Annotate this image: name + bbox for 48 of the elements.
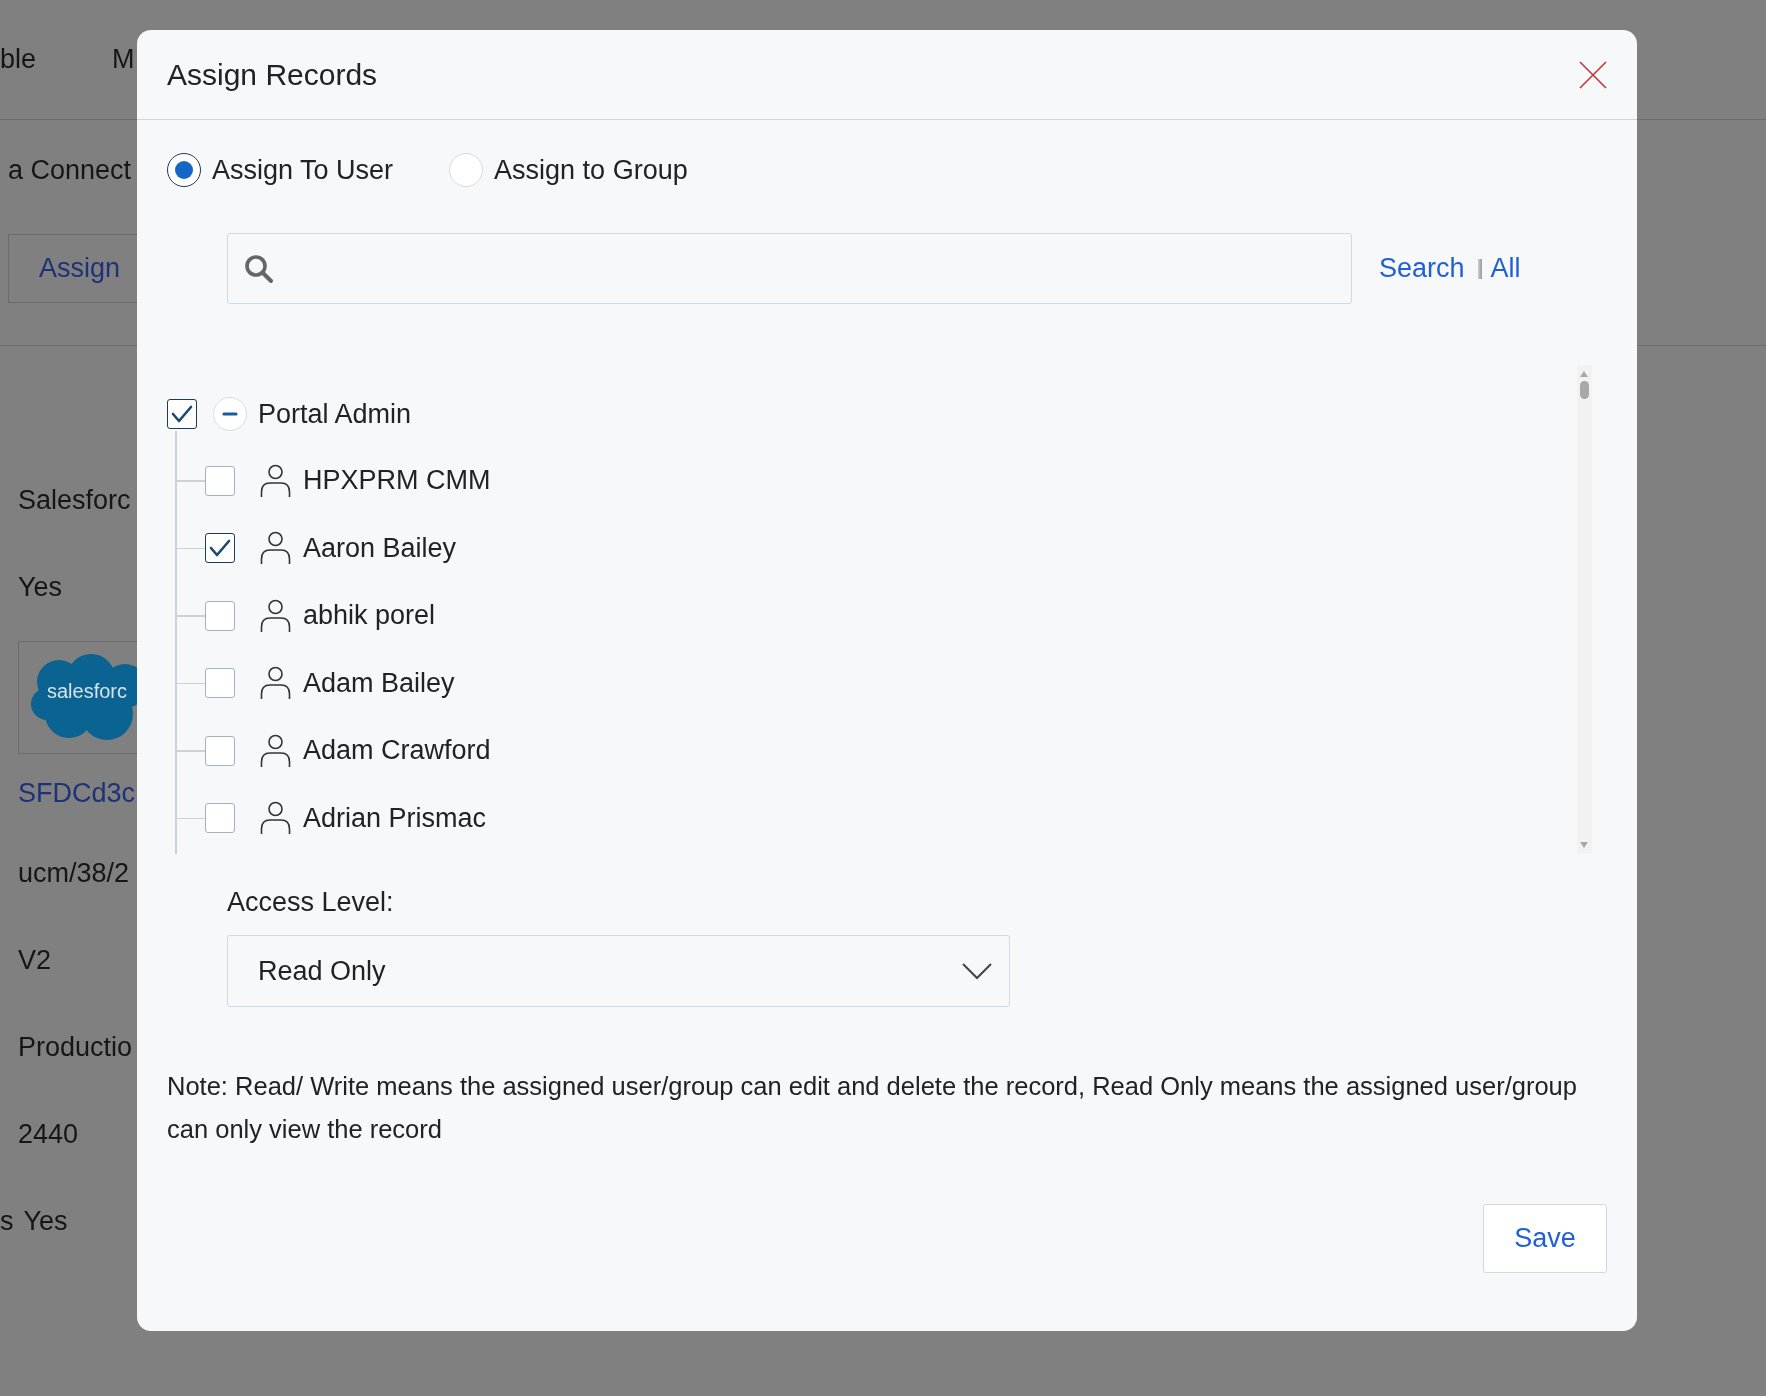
radio-label[interactable]: Assign To User xyxy=(212,154,394,186)
field-value: ucm/38/2 xyxy=(18,860,130,887)
user-icon xyxy=(260,801,291,836)
user-icon xyxy=(260,733,291,768)
field-value: Yes xyxy=(18,574,63,601)
checkbox[interactable] xyxy=(205,600,235,631)
user-label[interactable]: Adam Crawford xyxy=(303,735,491,767)
logo-text: salesforc xyxy=(47,680,128,703)
user-icon xyxy=(260,463,291,498)
user-label[interactable]: Aaron Bailey xyxy=(303,532,457,564)
field-value: 2440 xyxy=(18,1121,79,1148)
access-level-dropdown[interactable]: Read Only xyxy=(227,935,1010,1007)
page-subtitle: a Connect xyxy=(8,154,132,185)
chevron-down-icon xyxy=(962,962,992,980)
radio-button[interactable] xyxy=(167,153,201,187)
field-value: Salesforc xyxy=(18,487,131,514)
user-icon xyxy=(260,531,291,566)
save-button[interactable]: Save xyxy=(1483,1204,1607,1273)
checkbox[interactable] xyxy=(205,735,235,766)
search-field[interactable] xyxy=(227,233,1352,304)
radio-label[interactable]: Assign to Group xyxy=(494,154,688,186)
close-icon[interactable] xyxy=(1579,60,1607,89)
user-icon xyxy=(260,666,291,701)
nav-item[interactable]: ble xyxy=(0,44,37,75)
checkbox[interactable] xyxy=(205,668,235,699)
scrollbar[interactable] xyxy=(1577,365,1592,854)
field-value: Productio xyxy=(18,1034,133,1061)
user-label[interactable]: Adrian Prismac xyxy=(303,802,487,834)
user-label[interactable]: abhik porel xyxy=(303,600,436,632)
checkbox[interactable] xyxy=(167,399,197,429)
search-icon xyxy=(244,253,274,284)
field-label: Access Level: xyxy=(226,889,395,916)
field-value: V2 xyxy=(18,947,52,974)
search-link[interactable]: Search xyxy=(1379,253,1465,284)
checkbox[interactable] xyxy=(205,803,235,834)
search-link[interactable]: All xyxy=(1490,253,1521,284)
checkbox[interactable] xyxy=(205,533,235,564)
field-value: Yes xyxy=(23,1208,68,1235)
user-label[interactable]: Adam Bailey xyxy=(303,667,455,699)
collapse-icon[interactable] xyxy=(213,397,247,431)
user-icon xyxy=(260,598,291,633)
dialog-title: Assign Records xyxy=(167,57,378,92)
nav-item[interactable]: M xyxy=(112,44,135,75)
checkbox[interactable] xyxy=(205,465,235,496)
field-label: s xyxy=(0,1208,14,1235)
user-label[interactable]: HPXPRM CMM xyxy=(303,465,491,497)
group-label[interactable]: Portal Admin xyxy=(258,398,412,430)
note-text: Note: Read/ Write means the assigned user/group can edit and delete the record, Read Only means the assigned user/group can only view the record xyxy=(167,1071,1578,1145)
